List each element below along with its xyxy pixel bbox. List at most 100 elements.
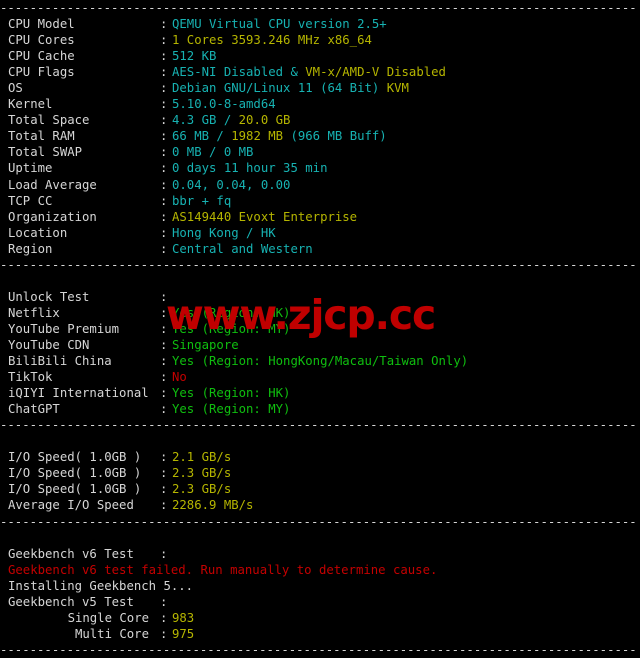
- row-colon: :: [160, 354, 168, 369]
- row-label: Load Average: [8, 177, 97, 192]
- info-row: CPU Cache:512 KB: [0, 48, 640, 64]
- row-label: YouTube CDN: [8, 337, 90, 352]
- info-row: CPU Cores:1 Cores 3593.246 MHz x86_64: [0, 32, 640, 48]
- row-value: 0 MB / 0 MB: [172, 145, 253, 159]
- row-value: 2.1 GB/s: [172, 450, 231, 464]
- row-colon: :: [160, 113, 168, 128]
- row-label: BiliBili China: [8, 354, 112, 369]
- separator-rule: ----------------------------------------…: [0, 1, 637, 15]
- row-colon: :: [160, 498, 168, 513]
- row-value: Singapore: [172, 338, 239, 352]
- value-part: Yes (Region: HongKong/Macau/Taiwan Only): [172, 354, 469, 369]
- row-colon: :: [160, 225, 168, 240]
- info-row: Uptime:0 days 11 hour 35 min: [0, 160, 640, 176]
- row-label: Geekbench v5 Test: [8, 594, 134, 609]
- value-part: 66 MB /: [172, 129, 232, 144]
- separator-rule: ----------------------------------------…: [0, 418, 637, 433]
- row-label: Single Core: [67, 610, 149, 625]
- value-part: 1 Cores 3593.246 MHz x86_64: [172, 33, 372, 48]
- row-value: 4.3 GB / 20.0 GB: [172, 113, 290, 127]
- info-row: Organization: AS149440 Evoxt Enterprise: [0, 209, 640, 225]
- section-geekbench: Geekbench v6 Test: Geekbench v6 test fail…: [0, 546, 640, 642]
- value-part: 512 KB: [172, 49, 217, 64]
- row-colon: :: [160, 450, 168, 465]
- value-part: KVM: [386, 81, 409, 96]
- value-part: 0 days 11 hour 35 min: [172, 161, 328, 176]
- row-value: Yes (Region: MY): [172, 402, 290, 416]
- row-colon: :: [160, 129, 168, 144]
- row-label: Kernel: [8, 97, 53, 112]
- row-label: YouTube Premium: [8, 321, 120, 336]
- separator-rule: ----------------------------------------…: [0, 642, 637, 657]
- row-colon: :: [160, 145, 168, 160]
- info-row: BiliBili China: Yes (Region: HongKong/Mac…: [0, 353, 640, 369]
- row-label: OS: [8, 81, 23, 96]
- row-colon: :: [160, 49, 168, 64]
- row-colon: :: [160, 546, 168, 561]
- row-colon: :: [160, 81, 168, 96]
- value-part: 0.04, 0.04, 0.00: [172, 177, 291, 192]
- row-value: AES-NI Disabled & VM-x/AMD-V Disabled: [172, 65, 446, 79]
- row-colon: :: [160, 97, 168, 112]
- info-row: I/O Speed( 1.0GB ):2.3 GB/s: [0, 481, 640, 497]
- row-value: QEMU Virtual CPU version 2.5+: [172, 17, 387, 31]
- info-row: Geekbench v6 Test:: [0, 546, 640, 562]
- value-part: bbr + fq: [172, 193, 232, 208]
- value-part: 20.0 GB: [238, 113, 291, 128]
- row-label: CPU Cache: [8, 49, 75, 64]
- value-part: Yes (Region: MY): [172, 402, 291, 417]
- row-label: iQIYI International: [8, 386, 149, 401]
- info-row: Total RAM:66 MB / 1982 MB (966 MB Buff): [0, 128, 640, 144]
- value-part: Debian GNU/Linux 11 (64 Bit): [172, 81, 387, 96]
- row-value: Yes (Region: HongKong/Macau/Taiwan Only): [172, 354, 468, 368]
- row-colon: :: [160, 17, 168, 32]
- row-value: Yes (Region: HK): [172, 306, 290, 320]
- value-part: 2.3 GB/s: [172, 466, 232, 481]
- row-label: Total SWAP: [8, 145, 83, 160]
- info-row: TikTok: No: [0, 369, 640, 385]
- section-io-speed: I/O Speed( 1.0GB ):2.1 GB/s I/O Speed( 1.…: [0, 449, 640, 513]
- info-row: YouTube Premium: Yes (Region: MY): [0, 321, 640, 337]
- info-row: CPU Model: QEMU Virtual CPU version 2.5+: [0, 16, 640, 32]
- row-value: 2286.9 MB/s: [172, 498, 253, 512]
- row-colon: :: [160, 321, 168, 336]
- info-row: ChatGPT: Yes (Region: MY): [0, 401, 640, 417]
- value-part: 983: [172, 610, 195, 625]
- row-colon: :: [160, 177, 168, 192]
- row-colon: :: [160, 402, 168, 417]
- row-label: Average I/O Speed: [8, 498, 134, 513]
- row-colon: :: [160, 305, 168, 320]
- row-value: 2.3 GB/s: [172, 482, 231, 496]
- row-value: 0.04, 0.04, 0.00: [172, 178, 290, 192]
- row-value: 66 MB / 1982 MB (966 MB Buff): [172, 129, 387, 143]
- info-row: I/O Speed( 1.0GB ):2.3 GB/s: [0, 465, 640, 481]
- value-part: (966 MB Buff): [290, 129, 387, 144]
- info-row: Multi Core:975: [0, 626, 640, 642]
- row-colon: :: [160, 370, 168, 385]
- info-row: Kernel:5.10.0-8-amd64: [0, 96, 640, 112]
- value-part: QEMU Virtual CPU version 2.5+: [172, 17, 387, 32]
- row-value: Debian GNU/Linux 11 (64 Bit) KVM: [172, 81, 409, 95]
- message-line: Installing Geekbench 5...: [8, 578, 194, 593]
- info-row: CPU Flags: AES-NI Disabled & VM-x/AMD-V D…: [0, 64, 640, 80]
- value-part: 1982 MB: [231, 129, 291, 144]
- info-row: Load Average:0.04, 0.04, 0.00: [0, 177, 640, 193]
- row-colon: :: [160, 466, 168, 481]
- value-part: 2286.9 MB/s: [172, 498, 254, 513]
- row-value: Hong Kong / HK: [172, 226, 276, 240]
- row-value: No: [172, 370, 187, 384]
- row-colon: :: [160, 161, 168, 176]
- value-part: AES-NI Disabled &: [172, 65, 306, 80]
- info-row: Unlock Test:: [0, 289, 640, 305]
- row-label: CPU Model: [8, 17, 75, 32]
- row-label: Netflix: [8, 305, 60, 320]
- section-system-info: CPU Model: QEMU Virtual CPU version 2.5+ C…: [0, 16, 640, 257]
- row-value: 0 days 11 hour 35 min: [172, 161, 327, 175]
- info-row: Geekbench v5 Test:: [0, 594, 640, 610]
- value-part: 5.10.0-8-amd64: [172, 97, 276, 112]
- row-label: CPU Flags: [8, 65, 75, 80]
- terminal-output: ----------------------------------------…: [0, 0, 640, 657]
- row-colon: :: [160, 386, 168, 401]
